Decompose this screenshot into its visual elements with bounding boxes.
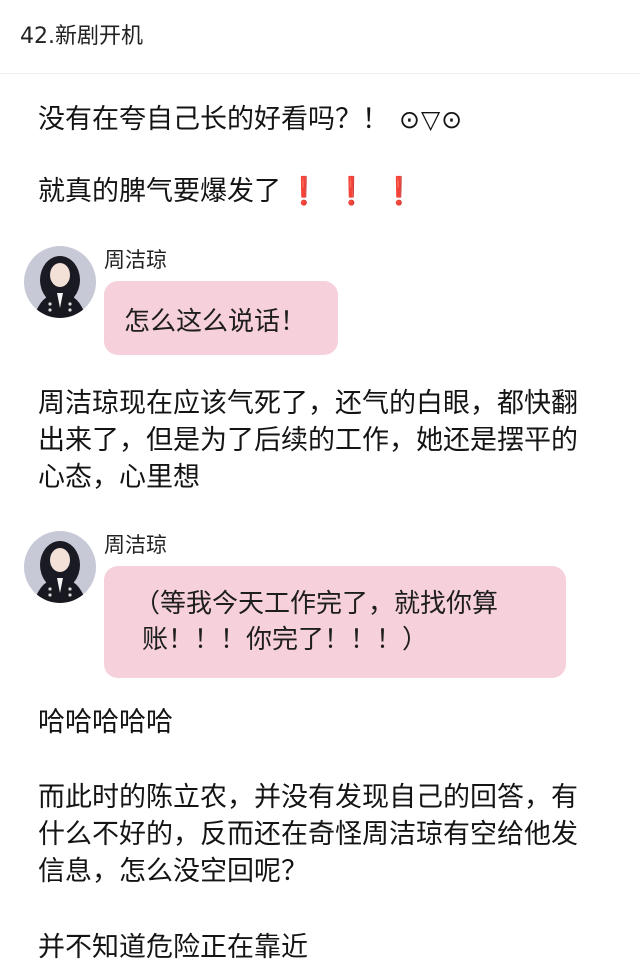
paragraph-5-line-1: 而此时的陈立农，并没有发现自己的回答，有: [38, 782, 578, 813]
paragraph-5-line-2: 什么不好的，反而还在奇怪周洁琼有空给他发: [38, 819, 578, 850]
message-bubble: 怎么这么说话！: [104, 281, 338, 355]
page-title: 42.新剧开机: [20, 24, 143, 49]
avatar-portrait-icon: [24, 246, 96, 318]
paragraph-3-line-3: 心态，心里想: [38, 462, 200, 493]
surprised-face-emoticon: ⊙▽⊙: [399, 105, 464, 134]
message-bubble: （等我今天工作完了，就找你算 账！！！你完了！！！）: [104, 566, 566, 678]
message-text-line-2: 账！！！你完了！！！）: [142, 625, 429, 655]
avatar[interactable]: [24, 531, 96, 603]
page-header: 42.新剧开机: [0, 0, 640, 74]
paragraph-6: 并不知道危险正在靠近: [38, 932, 308, 963]
paragraph-3-line-2: 出来了，但是为了后续的工作，她还是摆平的: [38, 425, 578, 456]
avatar[interactable]: [24, 246, 96, 318]
paragraph-5: 而此时的陈立农，并没有发现自己的回答，有 什么不好的，反而还在奇怪周洁琼有空给他…: [38, 779, 610, 890]
chat-message-2: 周洁琼 （等我今天工作完了，就找你算 账！！！你完了！！！）: [24, 531, 624, 681]
paragraph-5-line-3: 信息，怎么没空回呢？: [38, 856, 308, 887]
red-exclamation-icons: ❗❗❗: [287, 176, 430, 207]
sender-name: 周洁琼: [104, 533, 167, 557]
chat-message-1: 周洁琼 怎么这么说话！: [24, 246, 624, 358]
paragraph-1-text: 没有在夸自己长的好看吗？！: [38, 104, 389, 135]
message-text: 怎么这么说话！: [124, 307, 307, 337]
paragraph-2: 就真的脾气要爆发了 ❗❗❗: [38, 173, 610, 210]
paragraph-4: 哈哈哈哈哈: [38, 707, 173, 738]
paragraph-2-text: 就真的脾气要爆发了: [38, 176, 281, 207]
paragraph-1: 没有在夸自己长的好看吗？！ ⊙▽⊙: [38, 101, 610, 138]
paragraph-3-line-1: 周洁琼现在应该气死了，还气的白眼，都快翻: [38, 388, 578, 419]
paragraph-3: 周洁琼现在应该气死了，还气的白眼，都快翻 出来了，但是为了后续的工作，她还是摆平…: [38, 385, 610, 496]
message-text-line-1: （等我今天工作完了，就找你算: [134, 589, 499, 619]
avatar-portrait-icon: [24, 531, 96, 603]
sender-name: 周洁琼: [104, 248, 167, 272]
